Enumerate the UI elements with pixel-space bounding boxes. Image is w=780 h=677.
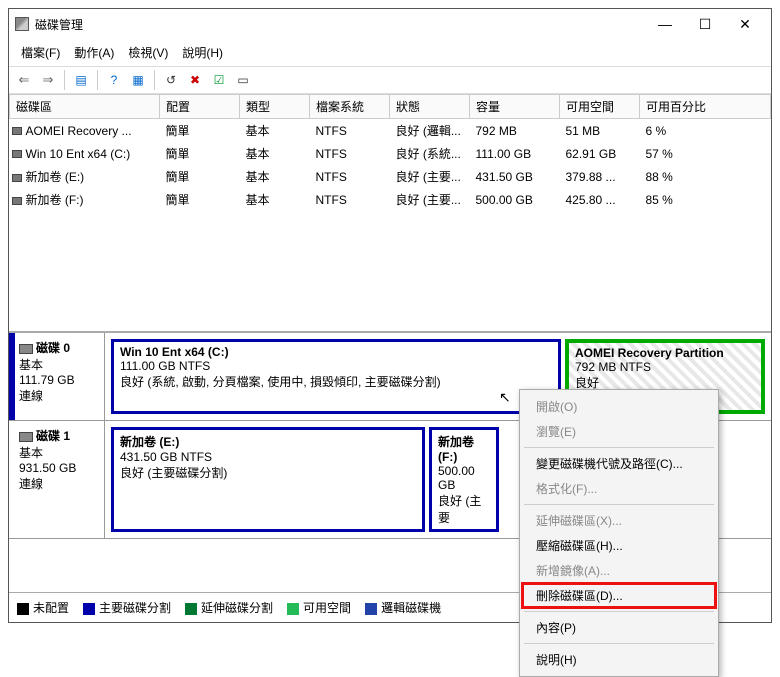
properties-icon[interactable]: ☑ xyxy=(208,69,230,91)
ctx-extend: 延伸磁碟區(X)... xyxy=(522,508,716,533)
partition-c[interactable]: Win 10 Ent x64 (C:) 111.00 GB NTFS 良好 (系… xyxy=(111,339,561,414)
menu-view[interactable]: 檢視(V) xyxy=(122,41,174,64)
menu-help[interactable]: 說明(H) xyxy=(176,41,229,64)
minimize-button[interactable]: — xyxy=(645,10,685,38)
window-title: 磁碟管理 xyxy=(35,16,645,33)
disk-icon xyxy=(19,432,33,442)
ctx-properties[interactable]: 內容(P) xyxy=(522,615,716,640)
col-state[interactable]: 狀態 xyxy=(390,95,470,119)
delete-icon[interactable]: ✖ xyxy=(184,69,206,91)
table-row[interactable]: AOMEI Recovery ...簡單基本NTFS良好 (邏輯...792 M… xyxy=(10,119,771,143)
disk-mgmt-window: 磁碟管理 — ☐ ✕ 檔案(F) 動作(A) 檢視(V) 說明(H) ⇐ ⇒ ▤… xyxy=(8,8,772,623)
table-row[interactable]: Win 10 Ent x64 (C:)簡單基本NTFS良好 (系統...111.… xyxy=(10,142,771,165)
app-icon xyxy=(15,17,29,31)
title-bar: 磁碟管理 — ☐ ✕ xyxy=(9,9,771,39)
col-pct[interactable]: 可用百分比 xyxy=(640,95,771,119)
menu-bar: 檔案(F) 動作(A) 檢視(V) 說明(H) xyxy=(9,39,771,66)
views-button[interactable]: ▦ xyxy=(127,69,149,91)
ctx-shrink[interactable]: 壓縮磁碟區(H)... xyxy=(522,533,716,558)
close-button[interactable]: ✕ xyxy=(725,10,765,38)
refresh-button[interactable]: ↺ xyxy=(160,69,182,91)
table-row[interactable]: 新加卷 (E:)簡單基本NTFS良好 (主要...431.50 GB379.88… xyxy=(10,165,771,188)
list-icon[interactable]: ▭ xyxy=(232,69,254,91)
partition-f[interactable]: 新加卷 (F:) 500.00 GB 良好 (主要 xyxy=(429,427,499,532)
show-tree-button[interactable]: ▤ xyxy=(70,69,92,91)
ctx-mirror: 新增鏡像(A)... xyxy=(522,558,716,583)
help-icon[interactable]: ? xyxy=(103,69,125,91)
table-row[interactable]: 新加卷 (F:)簡單基本NTFS良好 (主要...500.00 GB425.80… xyxy=(10,188,771,211)
ctx-change-drive-letter[interactable]: 變更磁碟機代號及路徑(C)... xyxy=(522,451,716,476)
disk-header-0[interactable]: 磁碟 0 基本 111.79 GB 連線 xyxy=(9,333,105,420)
maximize-button[interactable]: ☐ xyxy=(685,10,725,38)
ctx-open: 開啟(O) xyxy=(522,394,716,419)
toolbar: ⇐ ⇒ ▤ ? ▦ ↺ ✖ ☑ ▭ xyxy=(9,66,771,94)
forward-button[interactable]: ⇒ xyxy=(37,69,59,91)
col-volume[interactable]: 磁碟區 xyxy=(10,95,160,119)
partition-e[interactable]: 新加卷 (E:) 431.50 GB NTFS 良好 (主要磁碟分割) xyxy=(111,427,425,532)
menu-file[interactable]: 檔案(F) xyxy=(15,41,66,64)
context-menu: 開啟(O) 瀏覽(E) 變更磁碟機代號及路徑(C)... 格式化(F)... 延… xyxy=(519,389,719,677)
ctx-explore: 瀏覽(E) xyxy=(522,419,716,444)
col-free[interactable]: 可用空間 xyxy=(560,95,640,119)
col-type[interactable]: 類型 xyxy=(240,95,310,119)
disk-icon xyxy=(19,344,33,354)
ctx-help[interactable]: 說明(H) xyxy=(522,647,716,672)
ctx-delete-volume[interactable]: 刪除磁碟區(D)... xyxy=(522,583,716,608)
back-button[interactable]: ⇐ xyxy=(13,69,35,91)
col-layout[interactable]: 配置 xyxy=(160,95,240,119)
col-capacity[interactable]: 容量 xyxy=(470,95,560,119)
disk-header-1[interactable]: 磁碟 1 基本 931.50 GB 連線 xyxy=(9,421,105,538)
ctx-format: 格式化(F)... xyxy=(522,476,716,501)
col-fs[interactable]: 檔案系統 xyxy=(310,95,390,119)
menu-action[interactable]: 動作(A) xyxy=(68,41,120,64)
volume-list[interactable]: 磁碟區 配置 類型 檔案系統 狀態 容量 可用空間 可用百分比 AOMEI Re… xyxy=(9,94,771,332)
